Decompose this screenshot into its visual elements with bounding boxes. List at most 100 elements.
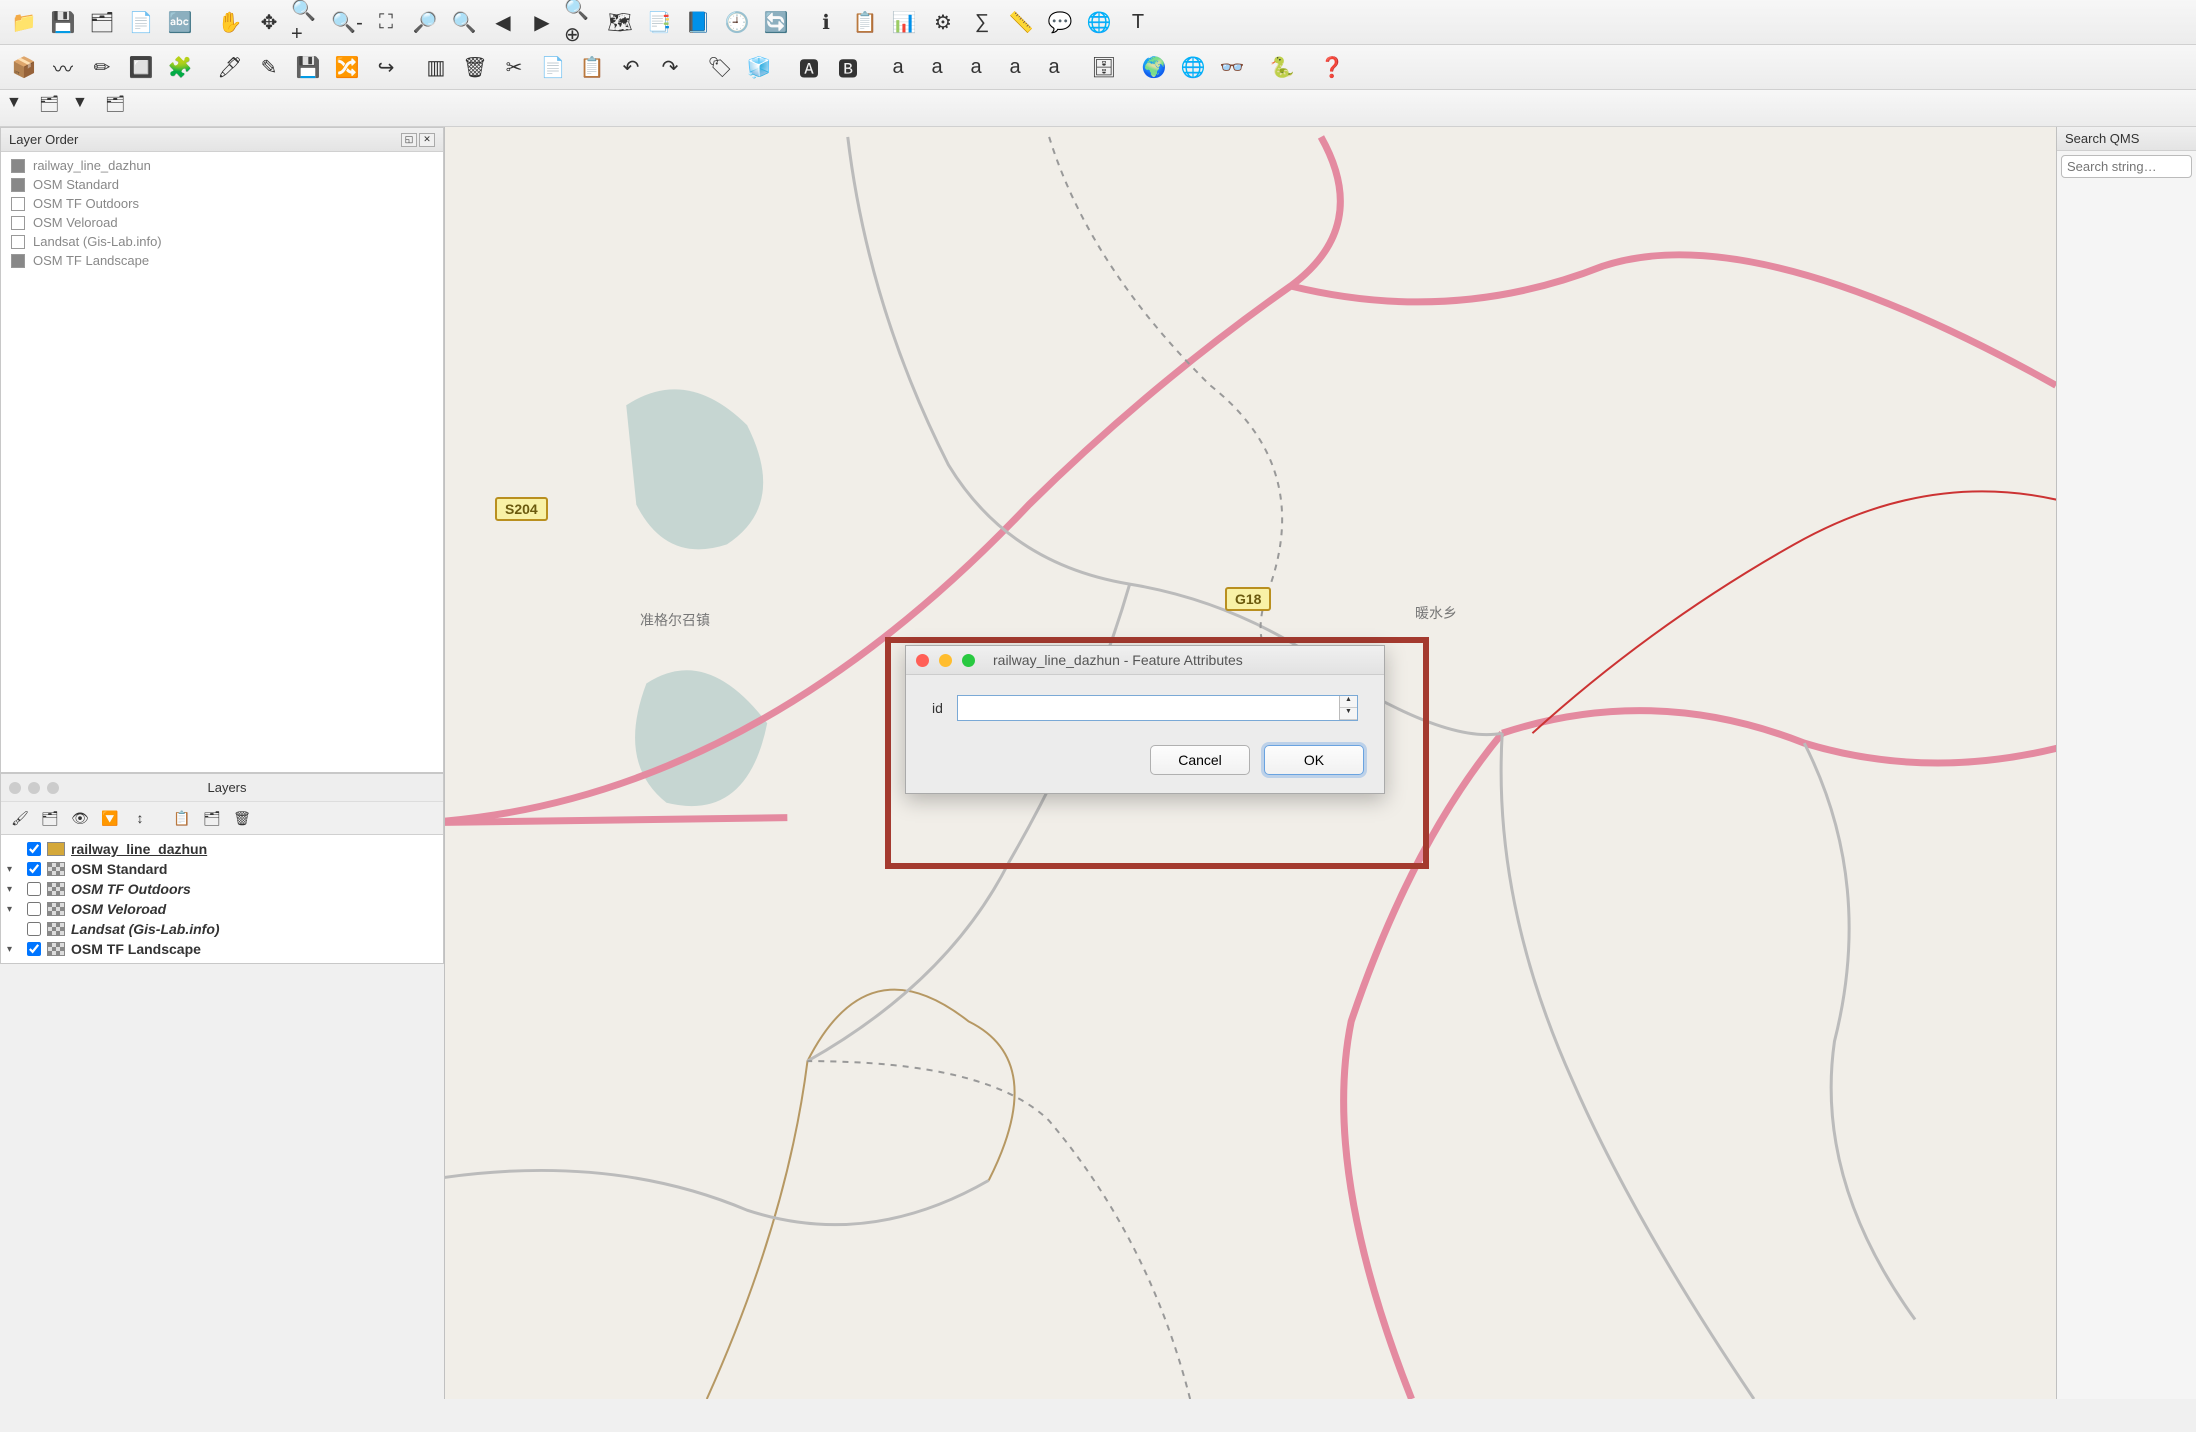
- toolbar2-btn-13[interactable]: 🗑: [457, 49, 493, 85]
- toolbar3-btn-3[interactable]: 🗂: [105, 94, 135, 122]
- layer-visibility-icon[interactable]: [11, 216, 25, 230]
- layer-order-item[interactable]: OSM Standard: [1, 175, 443, 194]
- toolbar2-btn-16[interactable]: 📋: [574, 49, 610, 85]
- toolbar2-btn-38[interactable]: 🐍: [1264, 49, 1300, 85]
- layer-order-item[interactable]: OSM Veloroad: [1, 213, 443, 232]
- layer-visibility-icon[interactable]: [11, 197, 25, 211]
- layer-tree-row[interactable]: ▾OSM Standard: [1, 859, 443, 879]
- id-input[interactable]: [958, 696, 1339, 720]
- layers-toolbar-btn-4[interactable]: ↕: [127, 806, 153, 830]
- ok-button[interactable]: OK: [1264, 745, 1364, 775]
- layers-toolbar-btn-1[interactable]: 🗂: [37, 806, 63, 830]
- layer-tree-row[interactable]: railway_line_dazhun: [1, 839, 443, 859]
- toolbar3-btn-0[interactable]: ▼: [6, 94, 36, 122]
- toolbar1-btn-9[interactable]: 🔍-: [329, 4, 365, 40]
- close-icon[interactable]: [916, 654, 929, 667]
- toolbar2-btn-29[interactable]: a: [997, 49, 1033, 85]
- toolbar1-btn-7[interactable]: ✥: [251, 4, 287, 40]
- layers-toolbar-btn-2[interactable]: 👁: [67, 806, 93, 830]
- toolbar2-btn-1[interactable]: 〰: [45, 49, 81, 85]
- toolbar2-btn-12[interactable]: ▥: [418, 49, 454, 85]
- toolbar2-btn-36[interactable]: 👓: [1214, 49, 1250, 85]
- search-qms-input[interactable]: [2061, 155, 2192, 178]
- toolbar1-btn-29[interactable]: 🌐: [1081, 4, 1117, 40]
- spin-down-icon[interactable]: ▼: [1340, 708, 1357, 720]
- toolbar3-btn-2[interactable]: ▼: [72, 94, 102, 122]
- toolbar1-btn-19[interactable]: 🕘: [719, 4, 755, 40]
- toolbar2-btn-32[interactable]: 🗄: [1086, 49, 1122, 85]
- toolbar2-btn-28[interactable]: a: [958, 49, 994, 85]
- spin-up-icon[interactable]: ▲: [1340, 696, 1357, 708]
- dot-icon[interactable]: [9, 782, 21, 794]
- toolbar2-btn-34[interactable]: 🌍: [1136, 49, 1172, 85]
- toolbar1-btn-3[interactable]: 📄: [123, 4, 159, 40]
- toolbar2-btn-23[interactable]: 🅰: [791, 49, 827, 85]
- layer-visibility-checkbox[interactable]: [27, 942, 41, 956]
- toolbar1-btn-10[interactable]: ⛶: [368, 4, 404, 40]
- toolbar2-btn-9[interactable]: 🔀: [329, 49, 365, 85]
- toolbar1-btn-2[interactable]: 🗂: [84, 4, 120, 40]
- toolbar1-btn-26[interactable]: ∑: [964, 4, 1000, 40]
- toolbar1-btn-30[interactable]: T: [1120, 4, 1156, 40]
- toolbar2-btn-14[interactable]: ✂: [496, 49, 532, 85]
- toolbar2-btn-4[interactable]: 🧩: [162, 49, 198, 85]
- layers-toolbar-btn-3[interactable]: 🔽: [97, 806, 123, 830]
- toolbar1-btn-25[interactable]: ⚙: [925, 4, 961, 40]
- toolbar1-btn-16[interactable]: 🗺: [602, 4, 638, 40]
- layer-tree-row[interactable]: ▾OSM Veloroad: [1, 899, 443, 919]
- toolbar1-btn-13[interactable]: ◀: [485, 4, 521, 40]
- toolbar2-btn-30[interactable]: a: [1036, 49, 1072, 85]
- layers-toolbar-btn-6[interactable]: 📋: [169, 806, 195, 830]
- layer-visibility-checkbox[interactable]: [27, 862, 41, 876]
- toolbar1-btn-12[interactable]: 🔍: [446, 4, 482, 40]
- layer-tree-row[interactable]: Landsat (Gis-Lab.info): [1, 919, 443, 939]
- panel-detach-icon[interactable]: ◱: [401, 133, 417, 147]
- layer-visibility-checkbox[interactable]: [27, 922, 41, 936]
- toolbar1-btn-6[interactable]: ✋: [212, 4, 248, 40]
- toolbar2-btn-3[interactable]: 🔲: [123, 49, 159, 85]
- toolbar1-btn-11[interactable]: 🔎: [407, 4, 443, 40]
- toolbar2-btn-8[interactable]: 💾: [290, 49, 326, 85]
- expand-caret-icon[interactable]: ▾: [7, 884, 21, 895]
- toolbar1-btn-17[interactable]: 📑: [641, 4, 677, 40]
- toolbar1-btn-24[interactable]: 📊: [886, 4, 922, 40]
- layer-visibility-checkbox[interactable]: [27, 902, 41, 916]
- expand-caret-icon[interactable]: ▾: [7, 944, 21, 955]
- panel-close-icon[interactable]: ✕: [419, 133, 435, 147]
- toolbar1-btn-14[interactable]: ▶: [524, 4, 560, 40]
- layer-tree-row[interactable]: ▾OSM TF Outdoors: [1, 879, 443, 899]
- toolbar1-btn-18[interactable]: 📘: [680, 4, 716, 40]
- toolbar2-btn-6[interactable]: 🖊: [212, 49, 248, 85]
- toolbar1-btn-4[interactable]: 🔤: [162, 4, 198, 40]
- toolbar1-btn-27[interactable]: 📏: [1003, 4, 1039, 40]
- layers-toolbar-btn-0[interactable]: 🖌: [7, 806, 33, 830]
- toolbar2-btn-24[interactable]: 🅱: [830, 49, 866, 85]
- cancel-button[interactable]: Cancel: [1150, 745, 1250, 775]
- layer-visibility-checkbox[interactable]: [27, 842, 41, 856]
- dot-icon[interactable]: [47, 782, 59, 794]
- toolbar2-btn-35[interactable]: 🌐: [1175, 49, 1211, 85]
- expand-caret-icon[interactable]: ▾: [7, 904, 21, 915]
- toolbar1-btn-23[interactable]: 📋: [847, 4, 883, 40]
- toolbar2-btn-15[interactable]: 📄: [535, 49, 571, 85]
- toolbar1-btn-15[interactable]: 🔍⊕: [563, 4, 599, 40]
- dot-icon[interactable]: [28, 782, 40, 794]
- layer-order-item[interactable]: OSM TF Landscape: [1, 251, 443, 270]
- toolbar2-btn-26[interactable]: a: [880, 49, 916, 85]
- toolbar2-btn-40[interactable]: ❓: [1314, 49, 1350, 85]
- toolbar2-btn-18[interactable]: ↷: [652, 49, 688, 85]
- layer-order-item[interactable]: OSM TF Outdoors: [1, 194, 443, 213]
- maximize-icon[interactable]: [962, 654, 975, 667]
- layer-tree-row[interactable]: ▾OSM TF Landscape: [1, 939, 443, 959]
- map-canvas[interactable]: S204 G18 准格尔召镇 暖水乡 railway_line_dazhun -…: [445, 127, 2056, 1399]
- dialog-titlebar[interactable]: railway_line_dazhun - Feature Attributes: [906, 646, 1384, 675]
- toolbar1-btn-20[interactable]: 🔄: [758, 4, 794, 40]
- toolbar3-btn-1[interactable]: 🗂: [39, 94, 69, 122]
- layers-toolbar-btn-8[interactable]: 🗑: [229, 806, 255, 830]
- toolbar2-btn-7[interactable]: ✎: [251, 49, 287, 85]
- layer-order-item[interactable]: railway_line_dazhun: [1, 156, 443, 175]
- layer-order-item[interactable]: Landsat (Gis-Lab.info): [1, 232, 443, 251]
- expand-caret-icon[interactable]: ▾: [7, 864, 21, 875]
- toolbar2-btn-21[interactable]: 🧊: [741, 49, 777, 85]
- toolbar2-btn-0[interactable]: 📦: [6, 49, 42, 85]
